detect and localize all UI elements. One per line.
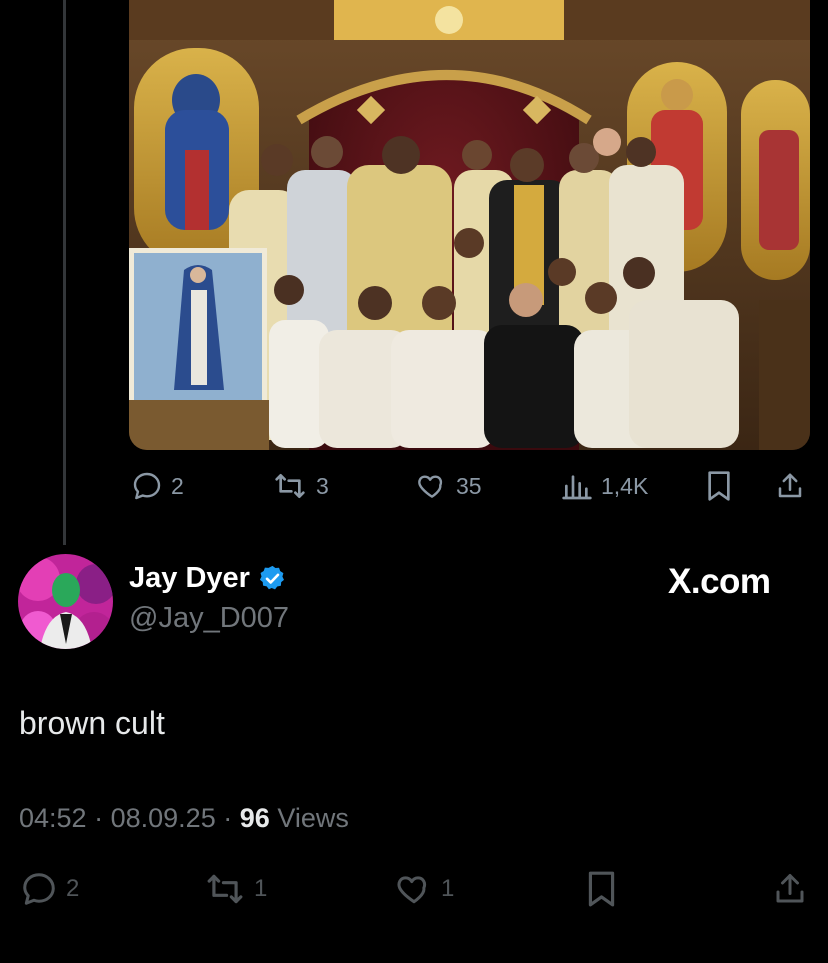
- meta-separator: ·: [94, 803, 104, 833]
- author-avatar[interactable]: [18, 554, 113, 649]
- meta-separator: ·: [223, 803, 233, 833]
- post-views-count[interactable]: 96: [240, 803, 270, 833]
- reply-icon: [23, 873, 55, 905]
- repost-icon: [207, 874, 243, 904]
- thread-connector-line: [63, 0, 66, 545]
- post-text: brown cult: [19, 705, 165, 741]
- post-date[interactable]: 08.09.25: [111, 803, 216, 833]
- bookmark-icon: [588, 871, 615, 907]
- bookmark-icon: [708, 471, 730, 501]
- like-count: 35: [456, 472, 482, 499]
- author-handle[interactable]: @Jay_D007: [129, 602, 289, 635]
- share-button[interactable]: [772, 870, 808, 908]
- repost-button[interactable]: 3: [272, 470, 329, 502]
- repost-button[interactable]: 1: [204, 870, 267, 908]
- reply-count: 2: [66, 875, 80, 902]
- like-count: 1: [441, 875, 455, 902]
- avatar-image: [18, 554, 113, 649]
- views-count: 1,4K: [601, 472, 649, 499]
- share-icon: [778, 473, 802, 498]
- repost-count: 3: [316, 472, 329, 499]
- bookmark-button[interactable]: [585, 870, 618, 908]
- verified-badge-icon: [259, 565, 284, 590]
- church-group-photo: [129, 0, 810, 450]
- reply-count: 2: [171, 472, 184, 499]
- bookmark-button[interactable]: [705, 470, 733, 502]
- like-icon: [397, 876, 427, 904]
- reply-button[interactable]: 2: [20, 870, 79, 908]
- post-time[interactable]: 04:52: [19, 803, 87, 833]
- author-name[interactable]: Jay Dyer: [129, 562, 250, 595]
- views-button[interactable]: 1,4K: [561, 470, 648, 502]
- post-photo[interactable]: [129, 0, 810, 450]
- views-icon: [562, 475, 592, 500]
- author-name-row[interactable]: Jay Dyer: [129, 562, 287, 595]
- repost-count: 1: [254, 875, 268, 902]
- reply-icon: [133, 472, 161, 500]
- share-button[interactable]: [775, 470, 805, 502]
- like-icon: [418, 475, 443, 498]
- x-brand-watermark: X.com: [668, 562, 771, 601]
- like-button[interactable]: 1: [395, 870, 454, 908]
- reply-button[interactable]: 2: [131, 470, 184, 502]
- repost-icon: [275, 474, 305, 498]
- post-metadata: 04:52 · 08.09.25 · 96 Views: [19, 803, 349, 834]
- share-icon: [776, 874, 804, 903]
- like-button[interactable]: 35: [416, 470, 482, 502]
- post-views-label: Views: [277, 803, 349, 833]
